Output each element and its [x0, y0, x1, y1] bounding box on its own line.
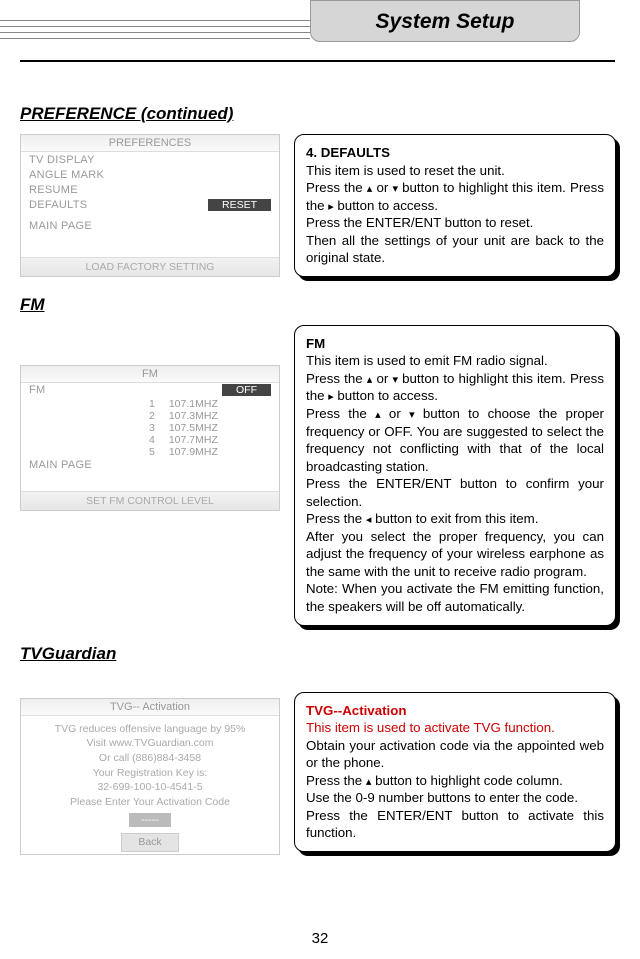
tvg-line: 32-699-100-10-4541-5: [25, 780, 275, 795]
tvg-line: Or call (886)884-3458: [25, 751, 275, 766]
tvg-line: Your Registration Key is:: [25, 766, 275, 781]
mock-footer: LOAD FACTORY SETTING: [21, 257, 279, 276]
page-number: 32: [0, 930, 640, 947]
section-heading-tvguardian: TVGuardian: [20, 644, 620, 664]
tvg-line: Please Enter Your Activation Code: [25, 795, 275, 810]
mock-item-selected: DEFAULTS: [29, 199, 87, 211]
box-line: This item is used to emit FM radio signa…: [306, 353, 548, 368]
mock-title: TVG-- Activation: [21, 699, 279, 716]
horizontal-rule: [20, 60, 615, 62]
box-line: Press the ENTER/ENT button to activate t…: [306, 808, 604, 841]
box-line: Press the ENTER/ENT button to reset.: [306, 215, 533, 230]
box-line: Obtain your activation code via the appo…: [306, 738, 604, 771]
box-title: TVG--Activation: [306, 703, 406, 718]
mock-title: FM: [21, 366, 279, 383]
mock-item: RESUME: [29, 184, 78, 196]
tvg-back-button: Back: [121, 833, 178, 852]
box-line: Use the 0-9 number buttons to enter the …: [306, 790, 578, 805]
mock-row-label: FM: [29, 384, 45, 396]
box-title: 4. DEFAULTS: [306, 145, 390, 160]
screenshot-fm: FM FM OFF 1107.1MHZ 2107.3MHZ 3107.5MHZ …: [20, 365, 280, 511]
box-line: Then all the settings of your unit are b…: [306, 233, 604, 266]
box-line: After you select the proper frequency, y…: [306, 529, 604, 579]
mock-value-reset: RESET: [208, 199, 271, 211]
screenshot-preferences: PREFERENCES TV DISPLAY ANGLE MARK RESUME…: [20, 134, 280, 277]
box-line: Press the: [306, 180, 367, 195]
section-heading-fm: FM: [20, 295, 620, 315]
info-box-defaults: 4. DEFAULTS This item is used to reset t…: [294, 134, 620, 281]
mock-footer: SET FM CONTROL LEVEL: [21, 491, 279, 510]
tvg-line: TVG reduces offensive language by 95%: [25, 722, 275, 737]
mock-item: MAIN PAGE: [29, 459, 92, 471]
mock-row-value: OFF: [222, 384, 271, 396]
mock-item: MAIN PAGE: [29, 220, 92, 232]
box-title: FM: [306, 336, 325, 351]
box-line: This item is used to reset the unit.: [306, 163, 505, 178]
header-lines: [0, 20, 310, 44]
box-line: This item is used to activate TVG functi…: [306, 720, 555, 735]
box-line: Note: When you activate the FM emitting …: [306, 581, 604, 614]
box-line: Press the ENTER/ENT button to confirm yo…: [306, 476, 604, 509]
tvg-line: Visit www.TVGuardian.com: [25, 736, 275, 751]
page-title-tab: System Setup: [310, 0, 580, 42]
tvg-code-field: -----: [129, 813, 170, 828]
mock-item: TV DISPLAY: [29, 154, 95, 166]
info-box-fm: FM This item is used to emit FM radio si…: [294, 325, 620, 630]
mock-title: PREFERENCES: [21, 135, 279, 152]
section-heading-preference: PREFERENCE (continued): [20, 104, 620, 124]
info-box-tvg: TVG--Activation This item is used to act…: [294, 692, 620, 856]
mock-item: ANGLE MARK: [29, 169, 104, 181]
screenshot-tvg: TVG-- Activation TVG reduces offensive l…: [20, 698, 280, 856]
mock-frequency-list: 1107.1MHZ 2107.3MHZ 3107.5MHZ 4107.7MHZ …: [29, 398, 271, 458]
